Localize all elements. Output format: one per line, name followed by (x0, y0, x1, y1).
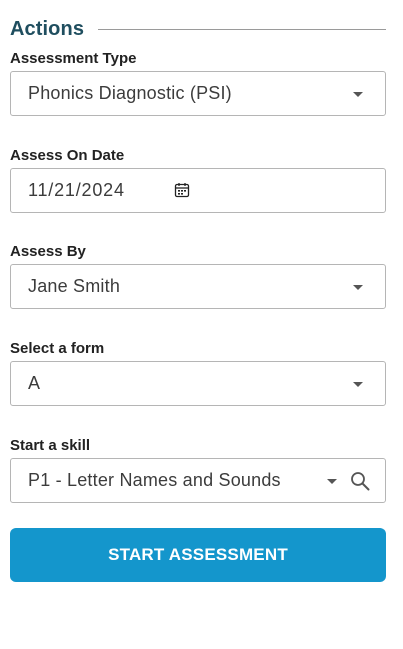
chevron-down-icon[interactable] (327, 478, 337, 484)
assess-on-date-value: 11/21/2024 (28, 180, 125, 200)
form-label: Select a form (10, 340, 105, 357)
section-header: Actions (10, 14, 386, 44)
chevron-down-icon (353, 91, 363, 97)
assessment-type-label: Assessment Type (10, 50, 137, 67)
assessment-type-select[interactable]: Phonics Diagnostic (PSI) (10, 71, 386, 116)
assess-by-value: Jane Smith (28, 276, 121, 296)
skill-value: P1 - Letter Names and Sounds (28, 470, 281, 490)
assess-on-date-label: Assess On Date (10, 147, 125, 164)
calendar-icon[interactable] (174, 182, 190, 198)
start-assessment-button[interactable]: START ASSESSMENT (10, 528, 386, 582)
assessment-type-value: Phonics Diagnostic (PSI) (28, 83, 232, 103)
chevron-down-icon (353, 284, 363, 290)
section-divider (98, 28, 386, 30)
form-select[interactable]: A (10, 361, 386, 406)
section-title: Actions (10, 17, 85, 40)
form-value: A (28, 373, 41, 393)
chevron-down-icon (353, 381, 363, 387)
skill-label: Start a skill (10, 437, 91, 454)
actions-panel: Actions Assessment Type Phonics Diagnost… (0, 0, 403, 649)
assess-by-label: Assess By (10, 243, 86, 260)
skill-autocomplete[interactable]: P1 - Letter Names and Sounds (10, 458, 386, 503)
search-icon[interactable] (350, 471, 370, 491)
assess-on-date-input[interactable]: 11/21/2024 (10, 168, 386, 213)
assess-by-select[interactable]: Jane Smith (10, 264, 386, 309)
